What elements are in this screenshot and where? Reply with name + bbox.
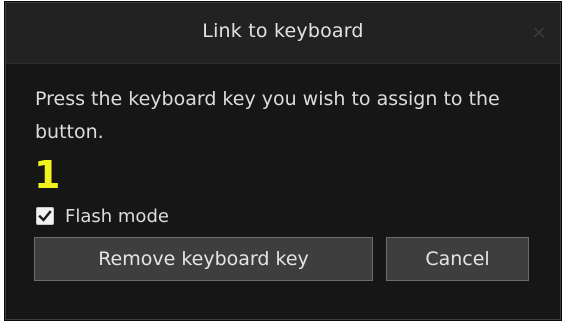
- flash-mode-label: Flash mode: [65, 205, 169, 227]
- assigned-key-value: 1: [34, 153, 61, 197]
- instruction-message: Press the keyboard key you wish to assig…: [35, 88, 500, 143]
- close-icon: ×: [531, 22, 547, 43]
- checkmark-icon: [38, 210, 52, 222]
- dialog-title: Link to keyboard: [202, 20, 364, 42]
- close-button[interactable]: ×: [528, 22, 550, 44]
- flash-mode-checkbox[interactable]: [36, 207, 54, 225]
- remove-keyboard-key-button[interactable]: Remove keyboard key: [34, 237, 373, 281]
- dialog-titlebar: Link to keyboard ×: [6, 3, 560, 64]
- flash-mode-option[interactable]: Flash mode: [36, 205, 169, 227]
- link-to-keyboard-dialog: Link to keyboard × Press the keyboard ke…: [5, 2, 561, 320]
- cancel-button[interactable]: Cancel: [386, 237, 529, 281]
